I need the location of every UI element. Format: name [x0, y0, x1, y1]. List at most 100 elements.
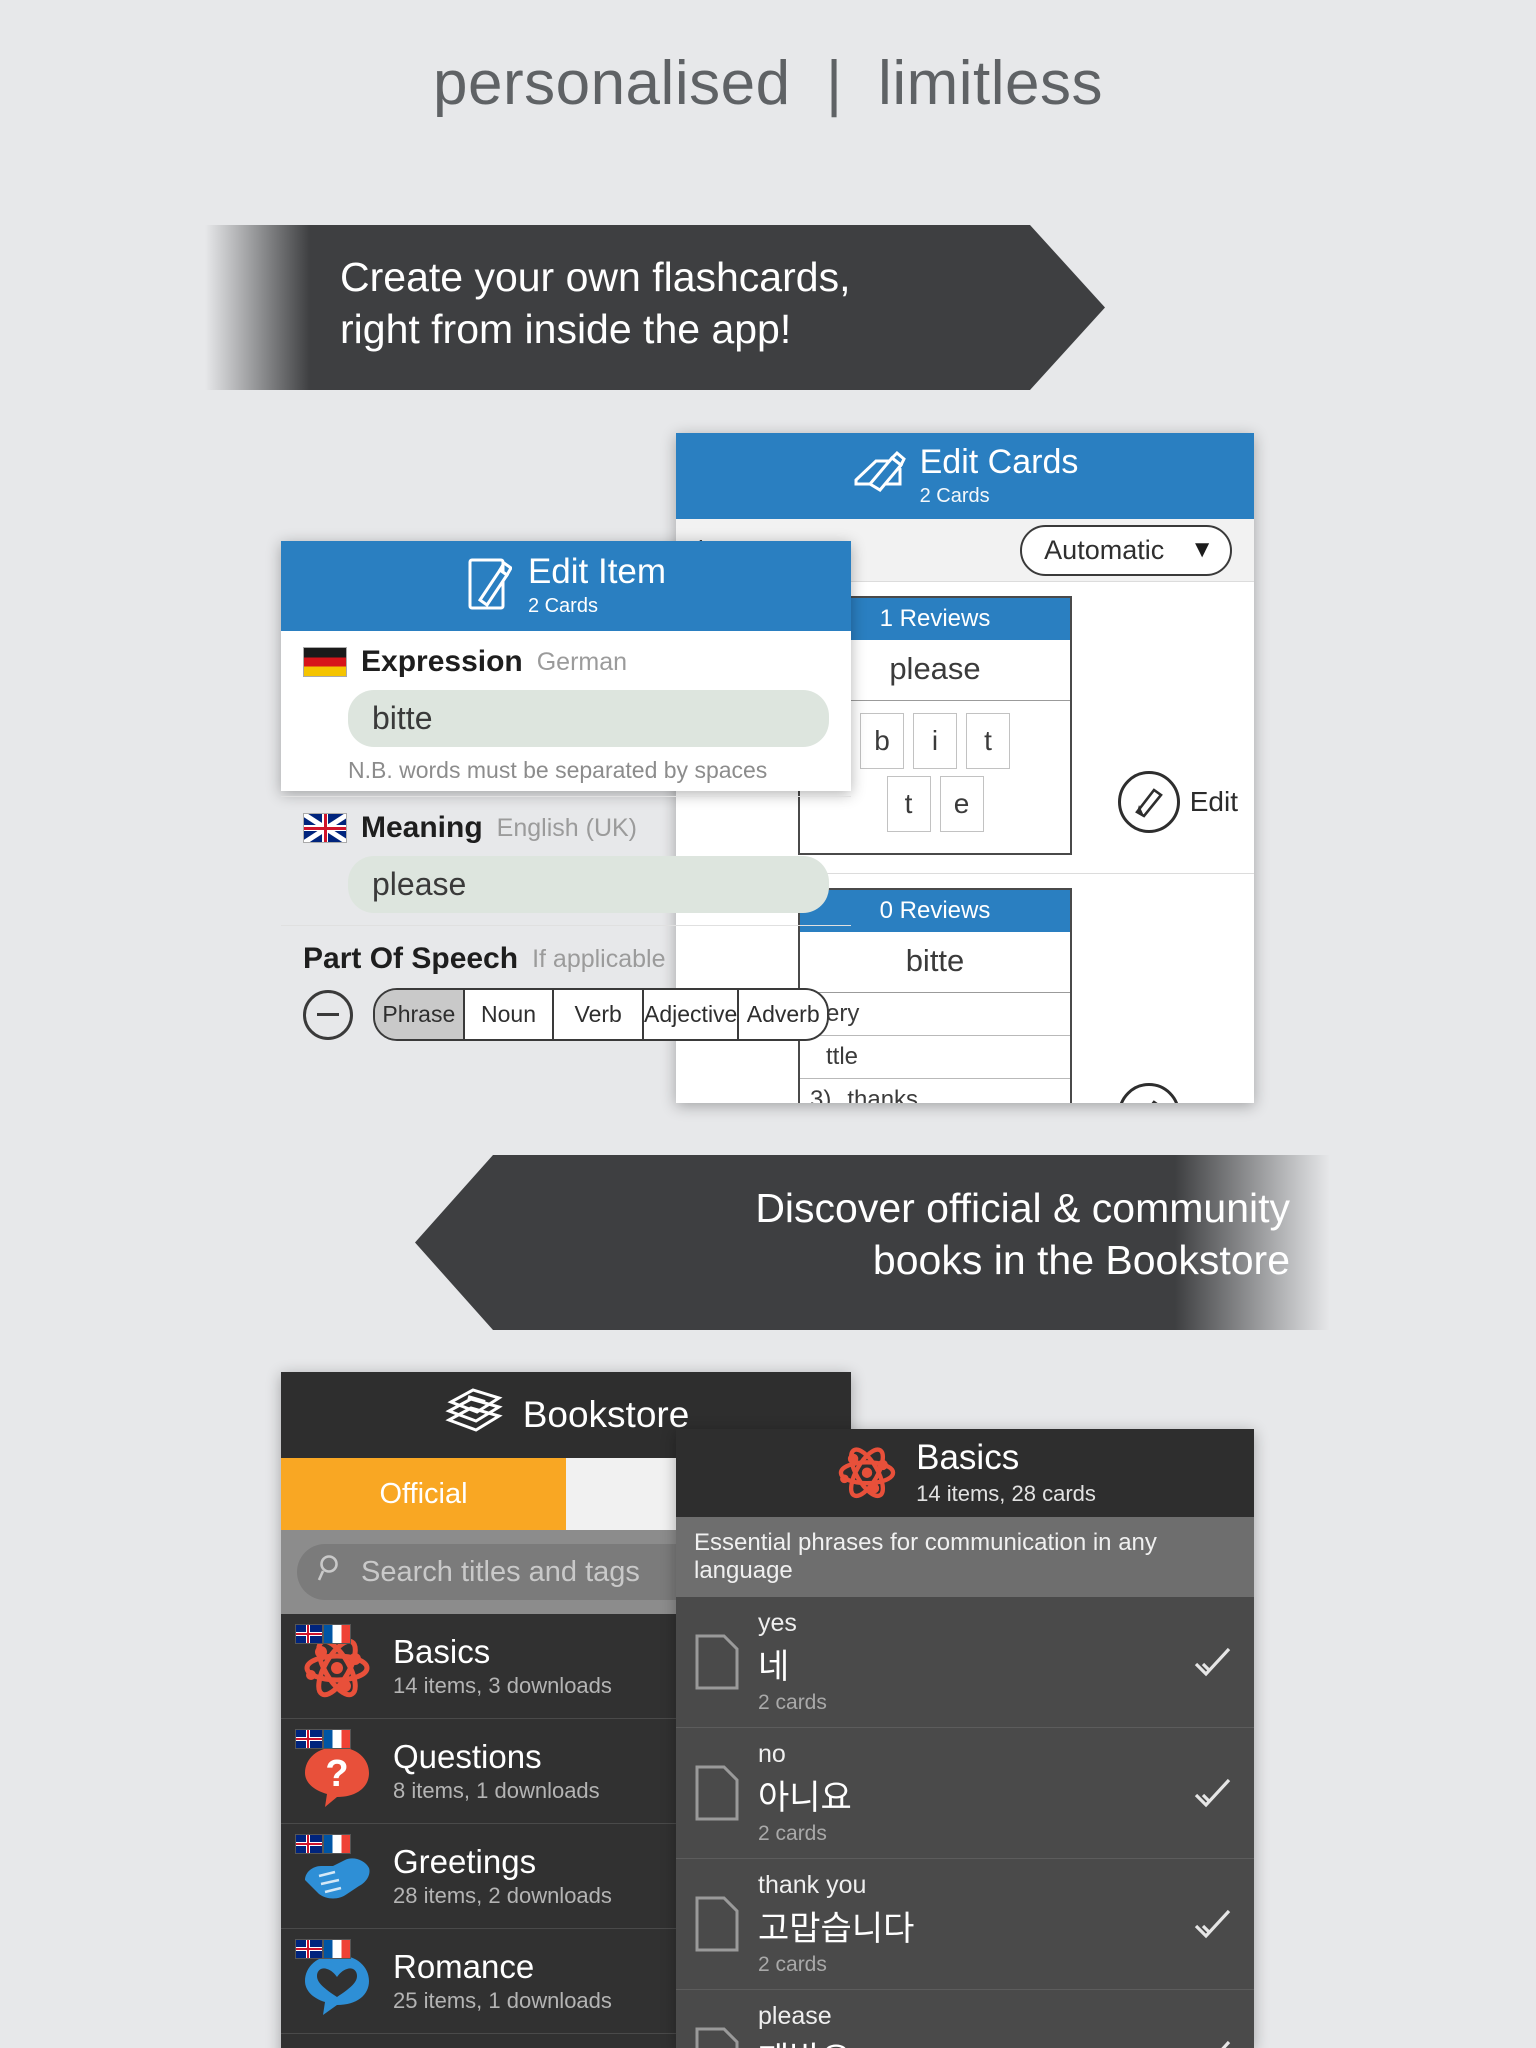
uk-flag-icon — [295, 1729, 323, 1749]
banner-create-flashcards: Create your own flashcards, right from i… — [205, 225, 1105, 390]
automatic-dropdown-value: Automatic — [1044, 534, 1165, 565]
edit-card-button-label: Edit — [1189, 786, 1238, 817]
meaning-label-row: Meaning English (UK) — [303, 811, 829, 845]
item-english: thank you — [758, 1871, 867, 1899]
pencil-icon — [1117, 1083, 1180, 1103]
part-of-speech-label: Part Of Speech — [303, 942, 519, 975]
pos-option-phrase[interactable]: Phrase — [375, 990, 465, 1039]
basics-book-panel: Basics 14 items, 28 cards Essential phra… — [676, 1429, 1254, 2048]
france-flag-icon — [323, 1624, 351, 1644]
letter-tile[interactable]: i — [913, 713, 957, 769]
list-item[interactable]: please 제발요 2 cards — [676, 1990, 1254, 2048]
item-text-group: no 아니요 2 cards — [758, 1740, 1190, 1846]
language-pair-flags — [295, 1834, 351, 1854]
uk-flag-icon — [295, 1834, 323, 1854]
item-translation: 아니요 — [758, 1778, 852, 1818]
pos-option-adverb[interactable]: Adverb — [739, 990, 827, 1039]
item-text-group: thank you 고맙습니다 2 cards — [758, 1871, 1190, 1977]
banner-discover-bookstore: Discover official & community books in t… — [415, 1155, 1330, 1330]
edit-note-icon — [466, 556, 513, 617]
books-icon — [443, 1384, 505, 1447]
edit-cards-subtitle: 2 Cards — [919, 484, 990, 507]
expression-field-row: Expression German bitte N.B. words must … — [281, 631, 851, 797]
list-item[interactable]: no 아니요 2 cards — [676, 1728, 1254, 1859]
screenshot-stage: personalised | limitless Create your own… — [0, 0, 1536, 2048]
pencil-icon — [1117, 771, 1180, 833]
expression-label-row: Expression German — [303, 645, 829, 679]
list-item[interactable]: yes 네 2 cards — [676, 1597, 1254, 1728]
language-pair-flags — [295, 1939, 351, 1959]
language-pair-flags — [295, 1624, 351, 1644]
edit-item-subtitle: 2 Cards — [527, 595, 598, 617]
part-of-speech-segmented: Phrase Noun Verb Adjective Adverb — [373, 988, 829, 1041]
pos-option-adjective[interactable]: Adjective — [644, 990, 740, 1039]
automatic-dropdown[interactable]: Automatic ▼ — [1020, 524, 1232, 576]
item-text-group: yes 네 2 cards — [758, 1609, 1190, 1715]
choice-item[interactable]: 3) thanks — [800, 1079, 1070, 1103]
item-card-count: 2 cards — [758, 1953, 827, 1976]
edit-item-title: Edit Item — [527, 552, 667, 591]
atom-icon — [295, 1624, 375, 1704]
search-placeholder: Search titles and tags — [361, 1555, 640, 1588]
expression-note: N.B. words must be separated by spaces — [348, 757, 768, 783]
expression-input[interactable]: bitte — [348, 690, 829, 747]
choice-number: 3) — [810, 1086, 832, 1103]
check-icon[interactable] — [1190, 1771, 1234, 1815]
pos-option-noun[interactable]: Noun — [464, 990, 555, 1039]
chevron-down-icon: ▼ — [1190, 536, 1214, 563]
expression-language: German — [536, 647, 628, 676]
edit-card-button[interactable]: Edit — [1117, 1083, 1238, 1103]
german-flag-icon — [303, 647, 347, 677]
pos-option-verb[interactable]: Verb — [554, 990, 645, 1039]
part-of-speech-label-row: Part Of Speech If applicable — [303, 942, 829, 976]
item-english: no — [758, 1740, 786, 1768]
edit-cards-title-group: Edit Cards 2 Cards — [920, 445, 1079, 508]
part-of-speech-row: Part Of Speech If applicable Phrase Noun… — [281, 926, 851, 1057]
meaning-language: English (UK) — [496, 813, 637, 842]
banner-text: Create your own flashcards, right from i… — [340, 254, 851, 353]
edit-item-title-group: Edit Item 2 Cards — [528, 554, 666, 618]
check-icon[interactable] — [1190, 1640, 1234, 1684]
meaning-input[interactable]: please — [348, 856, 829, 913]
basics-subtitle: 14 items, 28 cards — [916, 1480, 1096, 1506]
tab-official[interactable]: Official — [281, 1458, 566, 1530]
question-icon: ? — [295, 1729, 375, 1809]
minus-icon[interactable] — [303, 989, 353, 1040]
handshake-icon — [295, 1834, 375, 1914]
edit-card-button[interactable]: Edit — [1117, 771, 1238, 833]
item-translation: 제발요 — [758, 2032, 1190, 2048]
basics-header: Basics 14 items, 28 cards — [676, 1429, 1254, 1517]
uk-flag-icon — [303, 813, 347, 843]
meaning-field-row: Meaning English (UK) please — [281, 797, 851, 926]
part-of-speech-hint: If applicable — [532, 944, 666, 973]
expression-label: Expression — [361, 645, 523, 678]
letter-tile[interactable]: t — [886, 776, 931, 832]
letter-tile[interactable]: t — [966, 713, 1010, 769]
heart-icon — [295, 1939, 375, 2019]
language-pair-flags — [295, 1729, 351, 1749]
item-english: yes — [758, 1609, 797, 1637]
uk-flag-icon — [295, 1939, 323, 1959]
edit-item-panel: Edit Item 2 Cards Expression German bitt… — [281, 541, 851, 1041]
france-flag-icon — [323, 1939, 351, 1959]
edit-card-button-label: Edit — [1190, 1098, 1238, 1103]
page-title: personalised | limitless — [432, 49, 1104, 118]
list-item[interactable]: thank you 고맙습니다 2 cards — [676, 1859, 1254, 1990]
france-flag-icon — [323, 1729, 351, 1749]
svg-text:?: ? — [325, 1753, 348, 1795]
letter-tile[interactable]: b — [860, 713, 904, 769]
item-translation: 네 — [758, 1647, 790, 1687]
france-flag-icon — [323, 1834, 351, 1854]
letter-tile[interactable]: e — [939, 776, 984, 832]
edit-item-header: Edit Item 2 Cards — [281, 541, 851, 631]
search-icon — [317, 1553, 347, 1591]
check-icon[interactable] — [1190, 2033, 1234, 2048]
edit-cards-header: Edit Cards 2 Cards — [676, 433, 1254, 519]
choice-text: thanks — [847, 1086, 919, 1103]
document-icon — [694, 1764, 740, 1822]
check-icon[interactable] — [1190, 1902, 1234, 1946]
edit-pencil-card-icon — [852, 450, 906, 503]
document-icon — [694, 2026, 740, 2048]
banner-text: Discover official & community books in t… — [755, 1185, 1290, 1284]
basics-title: Basics — [916, 1437, 1020, 1477]
